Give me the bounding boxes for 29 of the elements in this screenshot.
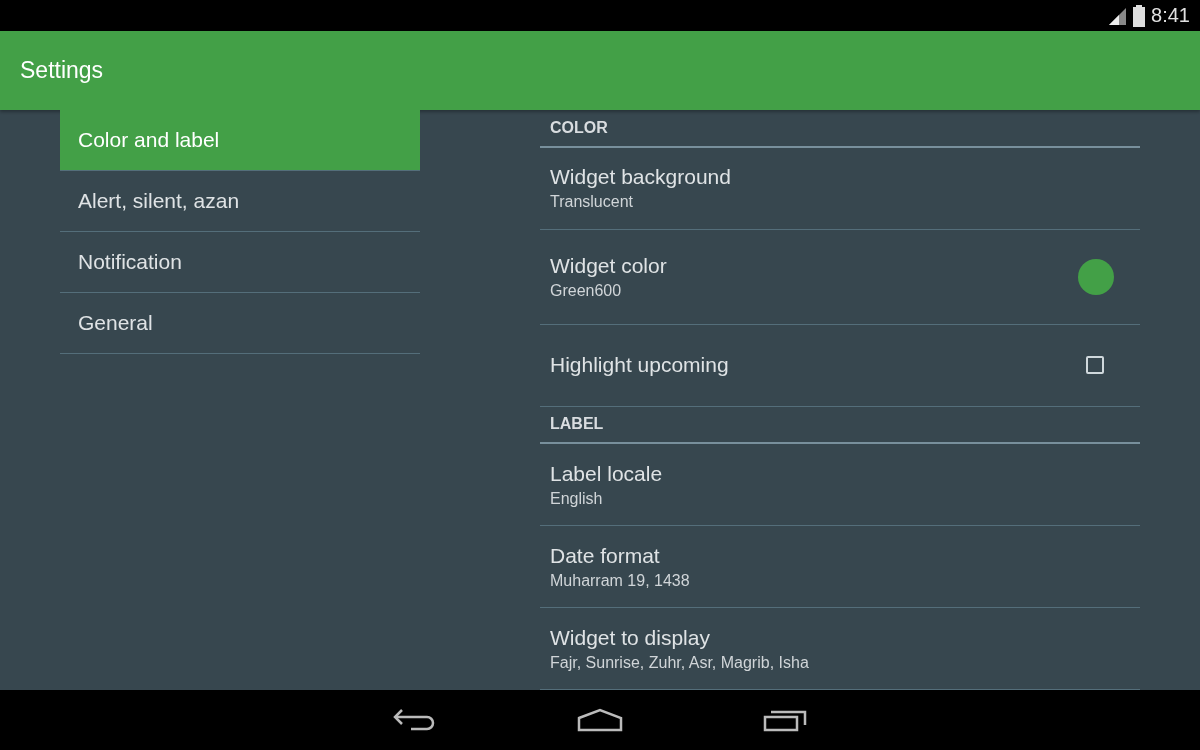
- sidebar-item[interactable]: Alert, silent, azan: [60, 171, 420, 232]
- preference-title: Widget background: [550, 165, 732, 189]
- preference-row[interactable]: Date format Muharram 19, 1438: [540, 526, 1140, 608]
- sidebar-item[interactable]: General: [60, 293, 420, 354]
- battery-icon: [1133, 4, 1146, 27]
- preference-summary: Green600: [550, 281, 623, 300]
- section-header: LABEL: [550, 415, 604, 434]
- color-swatch[interactable]: [1078, 258, 1114, 295]
- preference-title: Widget to display: [550, 625, 711, 650]
- sidebar-item[interactable]: Notification: [60, 232, 420, 293]
- preference-row[interactable]: Label locale English: [540, 444, 1140, 526]
- preference-summary: Fajr, Sunrise, Zuhr, Asr, Magrib, Isha: [550, 653, 810, 672]
- preference-row[interactable]: Widget color Green600: [540, 229, 1140, 325]
- preference-summary: Muharram 19, 1438: [550, 571, 691, 590]
- preference-row[interactable]: Highlight upcoming: [540, 324, 1140, 407]
- preference-title: Highlight upcoming: [550, 353, 730, 377]
- recents-icon[interactable]: [763, 708, 807, 732]
- preference-summary: English: [550, 489, 604, 508]
- preference-row[interactable]: Widget background Translucent: [540, 147, 1140, 230]
- preference-summary: Translucent: [550, 193, 634, 211]
- preference-title: Label locale: [550, 461, 664, 486]
- home-icon[interactable]: [577, 708, 623, 732]
- clock: 8:41: [1151, 4, 1190, 27]
- section-header: COLOR: [550, 118, 608, 137]
- preference-title: Widget color: [550, 253, 668, 278]
- app-title: Settings: [20, 57, 104, 84]
- back-icon[interactable]: [393, 708, 437, 732]
- checkbox[interactable]: [1086, 356, 1104, 374]
- preference-title: Date format: [550, 543, 661, 568]
